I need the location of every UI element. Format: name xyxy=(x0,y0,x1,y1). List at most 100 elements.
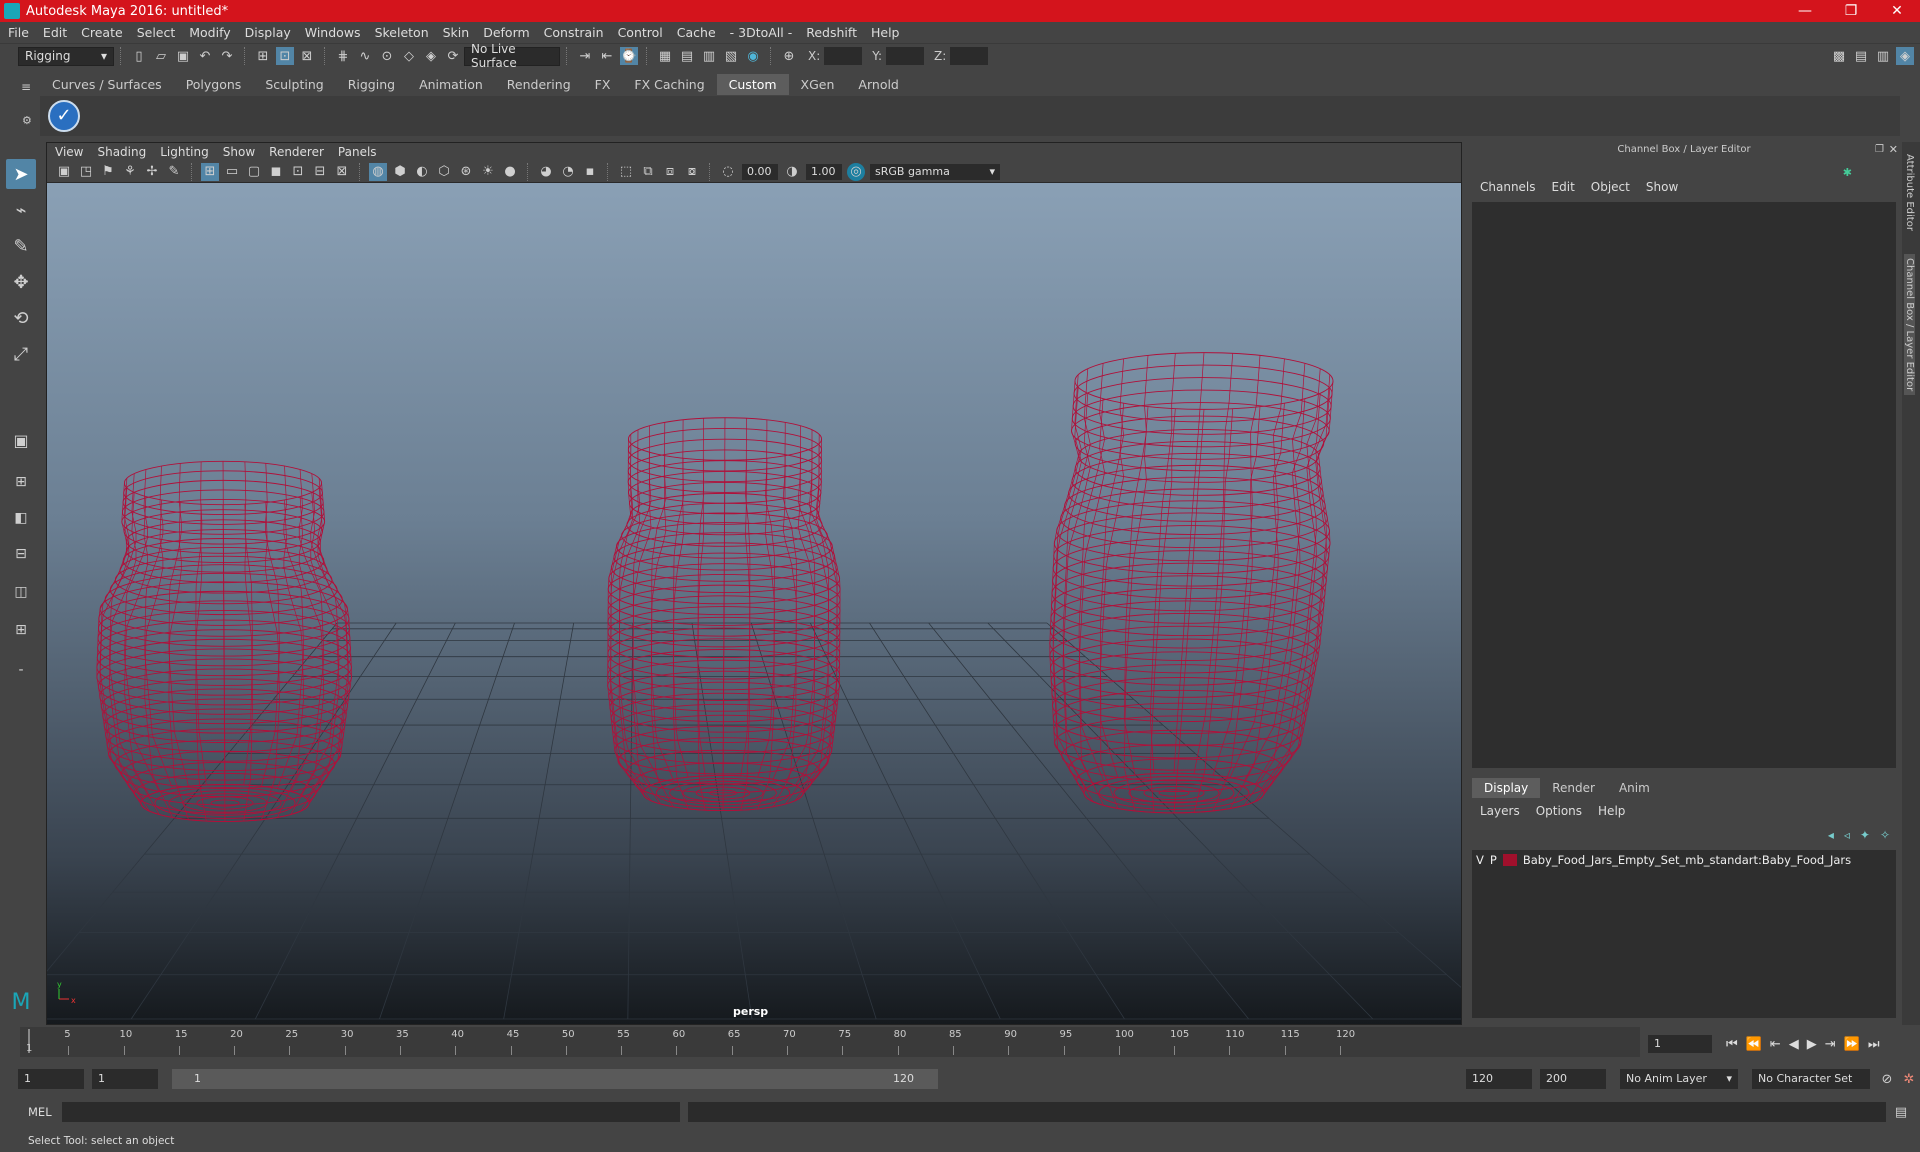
snap-surface-icon[interactable]: ◈ xyxy=(422,47,440,65)
viewport-menu-show[interactable]: Show xyxy=(223,145,255,159)
snap-live-icon[interactable]: ⟳ xyxy=(444,47,462,65)
play-forwards-icon[interactable]: ▶ xyxy=(1807,1037,1817,1052)
film-gate-icon[interactable]: ▭ xyxy=(223,163,241,181)
channel-menu-edit[interactable]: Edit xyxy=(1552,180,1575,194)
move-layer-down-icon[interactable]: ◃ xyxy=(1844,828,1850,842)
layer-color-swatch[interactable] xyxy=(1502,854,1517,866)
channel-menu-channels[interactable]: Channels xyxy=(1480,180,1536,194)
render-frame-icon[interactable]: ▤ xyxy=(678,47,696,65)
safe-title-icon[interactable]: ⊠ xyxy=(333,163,351,181)
undo-icon[interactable]: ↶ xyxy=(196,47,214,65)
select-object-icon[interactable]: ⊡ xyxy=(276,47,294,65)
menu-constrain[interactable]: Constrain xyxy=(544,25,604,40)
persp-graph-layout-icon[interactable]: ⊟ xyxy=(6,539,36,569)
gate-mask-icon[interactable]: ◼ xyxy=(267,163,285,181)
render-settings-icon[interactable]: ▧ xyxy=(722,47,740,65)
move-layer-up-icon[interactable]: ◂ xyxy=(1828,828,1834,842)
range-slider-bar[interactable]: 1 120 xyxy=(172,1069,938,1089)
redo-icon[interactable]: ↷ xyxy=(218,47,236,65)
four-view-layout-icon[interactable]: ⊞ xyxy=(6,467,36,497)
lasso-tool-icon[interactable]: ⌁ xyxy=(6,195,36,225)
construction-history-icon[interactable]: ⌚ xyxy=(620,47,638,65)
bookmark-icon[interactable]: ⚑ xyxy=(99,163,117,181)
2d-pan-zoom-icon[interactable]: ✢ xyxy=(143,163,161,181)
use-all-lights-icon[interactable]: ☀ xyxy=(479,163,497,181)
shadows-icon[interactable]: ● xyxy=(501,163,519,181)
viewport-menu-panels[interactable]: Panels xyxy=(338,145,377,159)
shelf-tab-rendering[interactable]: Rendering xyxy=(495,74,583,95)
y-coord-field[interactable] xyxy=(886,47,925,65)
shelf-tab-sculpting[interactable]: Sculpting xyxy=(253,74,335,95)
menu-skin[interactable]: Skin xyxy=(443,25,470,40)
go-to-end-icon[interactable]: ⏭ xyxy=(1868,1037,1880,1052)
grid-toggle-icon[interactable]: ⊞ xyxy=(201,162,219,181)
screen-space-ao-icon[interactable]: ◕ xyxy=(537,163,555,181)
menu-cache[interactable]: Cache xyxy=(677,25,716,40)
go-to-start-icon[interactable]: ⏮ xyxy=(1726,1037,1738,1052)
menu-create[interactable]: Create xyxy=(81,25,123,40)
hypershade-layout-icon[interactable]: ◫ xyxy=(6,577,36,607)
layer-tab-display[interactable]: Display xyxy=(1472,778,1541,798)
menu-select[interactable]: Select xyxy=(137,25,176,40)
perspective-viewport[interactable]: View Shading Lighting Show Renderer Panels ▣ … xyxy=(46,142,1462,1025)
layer-tab-anim[interactable]: Anim xyxy=(1607,778,1662,798)
character-set-dropdown[interactable]: No Character Set xyxy=(1752,1069,1870,1089)
channel-menu-show[interactable]: Show xyxy=(1646,180,1678,194)
select-hierarchy-icon[interactable]: ⊞ xyxy=(254,47,272,65)
grease-pencil-icon[interactable]: ✎ xyxy=(165,163,183,181)
isolate-select-icon[interactable]: ⬚ xyxy=(617,163,635,181)
render-view-icon[interactable]: ▦ xyxy=(656,47,674,65)
step-back-frame-icon[interactable]: ⇤ xyxy=(1770,1037,1781,1052)
persp-outliner-layout-icon[interactable]: ◧ xyxy=(6,503,36,533)
anim-layer-dropdown[interactable]: No Anim Layer ▾ xyxy=(1620,1069,1738,1089)
menu-windows[interactable]: Windows xyxy=(305,25,361,40)
live-surface-field[interactable]: No Live Surface xyxy=(464,42,560,70)
shelf-tab-xgen[interactable]: XGen xyxy=(789,74,847,95)
playback-start-field[interactable]: 1 xyxy=(92,1069,158,1089)
channel-box-toggle-icon[interactable]: ◈ xyxy=(1896,47,1914,65)
menu-set-dropdown[interactable]: Rigging ▾ xyxy=(18,46,114,66)
shelf-tab-rigging[interactable]: Rigging xyxy=(336,74,407,95)
viewport-menu-renderer[interactable]: Renderer xyxy=(269,145,324,159)
default-material-icon[interactable]: ◐ xyxy=(413,163,431,181)
animation-end-field[interactable]: 200 xyxy=(1540,1069,1606,1089)
channel-box-tab[interactable]: Channel Box / Layer Editor xyxy=(1904,254,1915,396)
viewport-menu-lighting[interactable]: Lighting xyxy=(160,145,209,159)
color-management-icon[interactable]: ◎ xyxy=(847,162,865,181)
field-chart-icon[interactable]: ⊡ xyxy=(289,163,307,181)
paint-select-tool-icon[interactable]: ✎ xyxy=(6,231,36,261)
shelf-tab-animation[interactable]: Animation xyxy=(407,74,495,95)
snap-point-icon[interactable]: ⊙ xyxy=(378,47,396,65)
exposure-field[interactable]: 0.00 xyxy=(742,163,778,180)
layer-tab-render[interactable]: Render xyxy=(1540,778,1607,798)
jars-wireframe[interactable] xyxy=(96,352,1334,822)
save-scene-icon[interactable]: ▣ xyxy=(174,47,192,65)
gamma-field[interactable]: 1.00 xyxy=(806,163,842,180)
resolution-gate-icon[interactable]: ▢ xyxy=(245,163,263,181)
menu-control[interactable]: Control xyxy=(618,25,663,40)
time-slider[interactable]: 1 5 10 15 20 25 30 35 40 45 50 55 60 65 70 75 80 85 90 95 1… xyxy=(20,1027,1640,1057)
animation-preferences-icon[interactable]: ✲ xyxy=(1900,1070,1918,1088)
restore-icon[interactable]: ❐ xyxy=(1828,3,1874,19)
shelf-tab-polygons[interactable]: Polygons xyxy=(174,74,254,95)
playback-end-field[interactable]: 120 xyxy=(1466,1069,1532,1089)
attribute-editor-tab[interactable]: Attribute Editor xyxy=(1904,154,1915,231)
snap-view-icon[interactable]: ◇ xyxy=(400,47,418,65)
right-jar[interactable] xyxy=(1049,352,1334,814)
attribute-editor-toggle-icon[interactable]: ▤ xyxy=(1852,47,1870,65)
checkmark-shelf-icon[interactable]: ✓ xyxy=(48,100,80,132)
modeling-toolkit-icon[interactable]: ▩ xyxy=(1830,47,1848,65)
ipr-render-icon[interactable]: ▥ xyxy=(700,47,718,65)
step-forward-frame-icon[interactable]: ⇥ xyxy=(1825,1037,1836,1052)
shelf-tab-fx[interactable]: FX xyxy=(583,74,623,95)
move-tool-icon[interactable]: ✥ xyxy=(6,267,36,297)
input-ops-icon[interactable]: ⇥ xyxy=(576,47,594,65)
scale-tool-icon[interactable]: ⤢ xyxy=(6,339,36,369)
menu-file[interactable]: File xyxy=(8,25,29,40)
close-icon[interactable]: ✕ xyxy=(1874,3,1920,19)
gamma-icon[interactable]: ◑ xyxy=(783,163,801,181)
anti-aliasing-icon[interactable]: ▪ xyxy=(581,163,599,181)
rotate-tool-icon[interactable]: ⟲ xyxy=(6,303,36,333)
transform-constraint-icon[interactable]: ⊕ xyxy=(780,47,798,65)
shelf-tab-curves-surfaces[interactable]: Curves / Surfaces xyxy=(40,74,174,95)
